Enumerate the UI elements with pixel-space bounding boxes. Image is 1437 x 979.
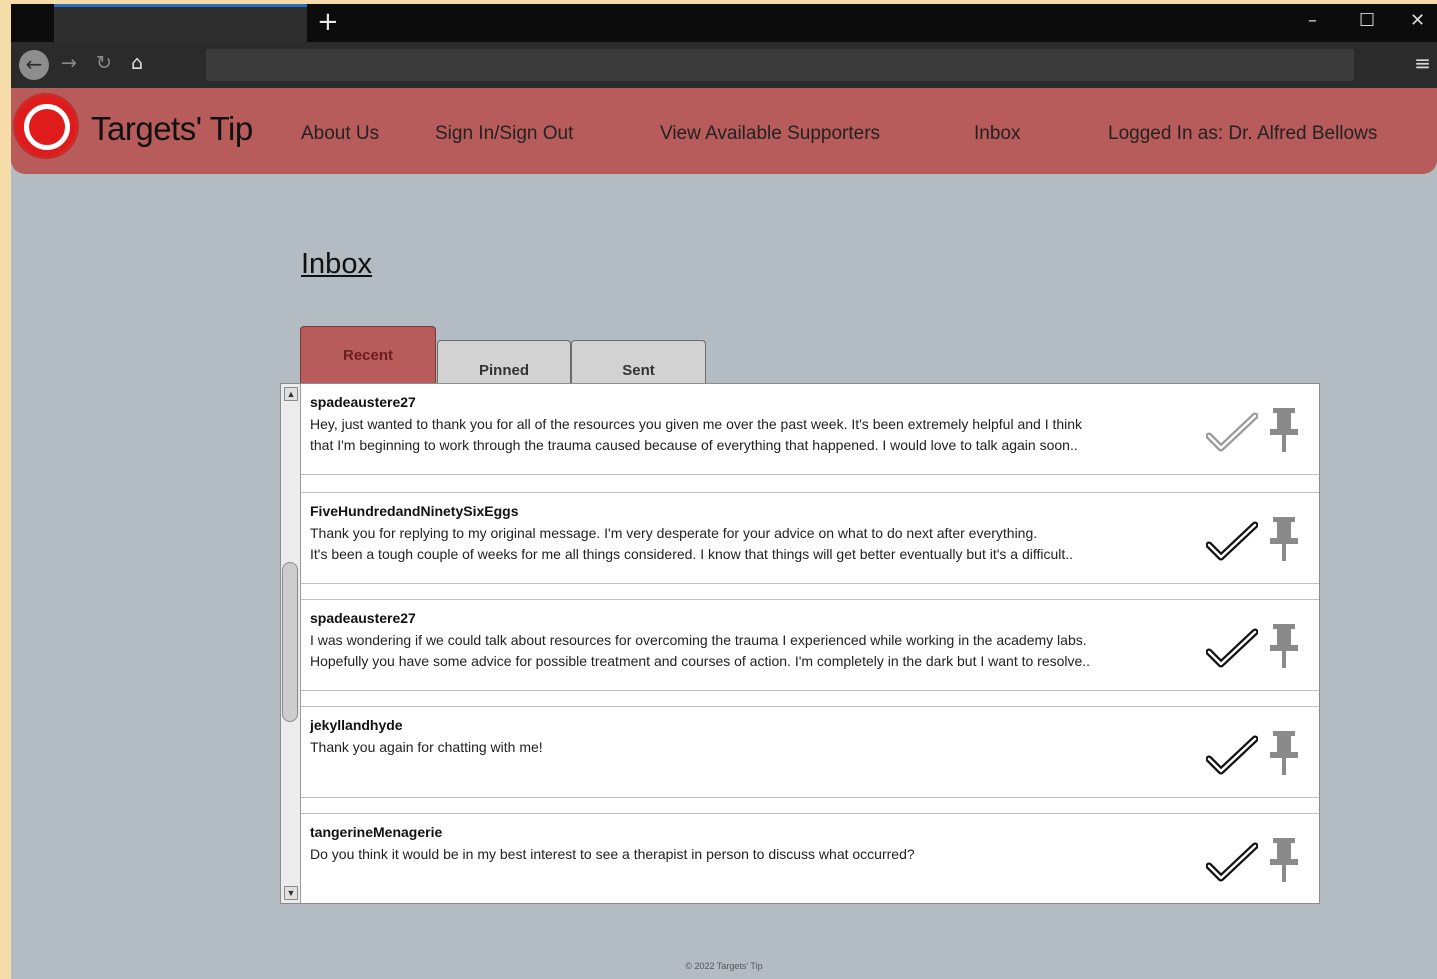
browser-titlebar: + – ☐ ✕ — [11, 4, 1437, 42]
message-row[interactable]: spadeaustere27 Hey, just wanted to thank… — [301, 384, 1319, 475]
site-header: Targets' Tip About Us Sign In/Sign Out V… — [11, 88, 1437, 174]
minimize-icon[interactable]: – — [1308, 10, 1317, 31]
double-check-icon[interactable] — [1206, 626, 1258, 672]
message-sender: spadeaustere27 — [310, 610, 416, 626]
message-list[interactable]: ▲ ▼ spadeaustere27 Hey, just wanted to t… — [280, 383, 1320, 904]
double-check-icon[interactable] — [1206, 519, 1258, 565]
message-sender: spadeaustere27 — [310, 394, 416, 410]
nav-sign-in-out[interactable]: Sign In/Sign Out — [435, 123, 573, 145]
message-preview: Thank you for replying to my original me… — [310, 525, 1074, 562]
scroll-thumb[interactable] — [282, 562, 298, 722]
target-logo-icon[interactable] — [16, 96, 76, 156]
page-title: Inbox — [301, 248, 372, 280]
browser-window: + – ☐ ✕ ← → ↻ ⌂ ≡ Targets' Tip About Us … — [11, 4, 1437, 979]
reload-icon[interactable]: ↻ — [96, 52, 112, 74]
address-bar[interactable] — [206, 49, 1354, 81]
nav-inbox[interactable]: Inbox — [974, 123, 1020, 145]
message-row[interactable]: spadeaustere27 I was wondering if we cou… — [301, 599, 1319, 691]
pin-icon[interactable] — [1267, 836, 1301, 884]
tab-recent[interactable]: Recent — [300, 326, 436, 384]
message-row[interactable]: jekyllandhyde Thank you again for chatti… — [301, 706, 1319, 798]
tab-sent[interactable]: Sent — [571, 340, 706, 384]
hamburger-menu-icon[interactable]: ≡ — [1414, 51, 1431, 75]
double-check-icon[interactable] — [1206, 733, 1258, 779]
forward-arrow-icon[interactable]: → — [61, 52, 77, 74]
scrollbar[interactable]: ▲ ▼ — [281, 384, 301, 903]
home-icon[interactable]: ⌂ — [131, 52, 143, 74]
message-preview: Hey, just wanted to thank you for all of… — [310, 416, 1083, 453]
message-sender: FiveHundredandNinetySixEggs — [310, 503, 519, 519]
browser-toolbar: ← → ↻ ⌂ ≡ — [11, 42, 1437, 88]
double-check-icon[interactable] — [1206, 840, 1258, 886]
message-preview: Thank you again for chatting with me! — [310, 739, 543, 755]
target-ring — [24, 104, 70, 150]
scroll-down-icon[interactable]: ▼ — [284, 886, 298, 900]
brand-name[interactable]: Targets' Tip — [91, 110, 253, 148]
nav-about-us[interactable]: About Us — [301, 123, 379, 145]
message-sender: jekyllandhyde — [310, 717, 403, 733]
tab-label: Recent — [342, 347, 394, 364]
pin-icon[interactable] — [1267, 406, 1301, 454]
maximize-icon[interactable]: ☐ — [1359, 10, 1375, 31]
tab-label: Sent — [622, 362, 655, 379]
message-row[interactable]: FiveHundredandNinetySixEggs Thank you fo… — [301, 492, 1319, 584]
message-preview: Do you think it would be in my best inte… — [310, 846, 915, 862]
pin-icon[interactable] — [1267, 622, 1301, 670]
pin-icon[interactable] — [1267, 729, 1301, 777]
browser-tab[interactable] — [54, 4, 307, 42]
back-arrow-icon[interactable]: ← — [19, 50, 49, 80]
double-check-icon[interactable] — [1206, 410, 1258, 456]
plus-icon[interactable]: + — [317, 8, 339, 36]
footer-copyright: © 2022 Targets' Tip — [685, 961, 763, 971]
tab-pinned[interactable]: Pinned — [437, 340, 571, 384]
close-icon[interactable]: ✕ — [1410, 10, 1425, 31]
nav-view-supporters[interactable]: View Available Supporters — [660, 123, 880, 145]
logged-in-status: Logged In as: Dr. Alfred Bellows — [1108, 123, 1378, 144]
message-sender: tangerineMenagerie — [310, 824, 443, 840]
pin-icon[interactable] — [1267, 515, 1301, 563]
tab-label: Pinned — [478, 362, 529, 379]
scroll-up-icon[interactable]: ▲ — [284, 387, 298, 401]
message-preview: I was wondering if we could talk about r… — [310, 632, 1091, 669]
message-row[interactable]: tangerineMenagerie Do you think it would… — [301, 813, 1319, 903]
